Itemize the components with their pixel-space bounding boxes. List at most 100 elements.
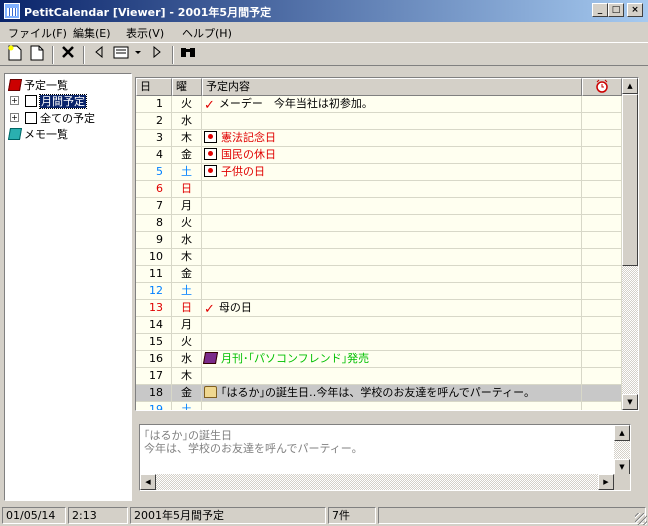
table-row[interactable]: 9水 [136, 232, 622, 249]
row-content[interactable] [202, 113, 582, 130]
table-row[interactable]: 18 金 ｢はるか｣の誕生日‥今年は、学校のお友達を呼んでパーティー。 [136, 385, 622, 402]
row-content[interactable] [202, 232, 582, 249]
row-content[interactable]: ✓ 母の日 [202, 300, 582, 317]
row-content[interactable] [202, 317, 582, 334]
app-calendar-icon[interactable] [4, 3, 20, 19]
row-content[interactable] [202, 181, 582, 198]
row-alarm[interactable] [582, 147, 622, 164]
table-row[interactable]: 3 木 憲法記念日 [136, 130, 622, 147]
new-icon[interactable] [5, 45, 25, 65]
row-content-text: ｢はるか｣の誕生日‥今年は、学校のお友達を呼んでパーティー。 [221, 386, 536, 399]
memo-panel[interactable]: ｢はるか｣の誕生日 今年は、学校のお友達を呼んでパーティー。 ▲ ▼ ◀ ▶ [139, 424, 631, 491]
memo-scroll-left-button[interactable]: ◀ [140, 474, 156, 490]
header-day[interactable]: 日 [136, 78, 172, 96]
memo-scroll-right-button[interactable]: ▶ [598, 474, 614, 490]
binoculars-icon[interactable] [178, 45, 198, 65]
scroll-down-button[interactable]: ▼ [622, 394, 638, 410]
header-alarm[interactable] [582, 78, 622, 96]
row-content[interactable] [202, 402, 582, 410]
row-alarm[interactable] [582, 232, 622, 249]
row-alarm[interactable] [582, 317, 622, 334]
table-row[interactable]: 14 月 [136, 317, 622, 334]
delete-icon[interactable] [58, 45, 78, 65]
memo-scroll-down-button[interactable]: ▼ [614, 459, 630, 475]
row-alarm[interactable] [582, 402, 622, 410]
row-content[interactable] [202, 368, 582, 385]
table-row[interactable]: 13 日 ✓ 母の日 [136, 300, 622, 317]
table-row[interactable]: 1 火 ✓ メーデー 今年当社は初参加。 [136, 96, 622, 113]
row-alarm[interactable] [582, 300, 622, 317]
table-row[interactable]: 17 木 [136, 368, 622, 385]
memo-horizontal-scrollbar[interactable]: ◀ ▶ [140, 474, 614, 490]
row-content[interactable] [202, 198, 582, 215]
row-alarm[interactable] [582, 368, 622, 385]
table-row[interactable]: 2水 [136, 113, 622, 130]
menu-help[interactable]: ヘルプ(H) [182, 25, 232, 41]
row-content[interactable]: 月刊･｢パソコンフレンド｣発売 [202, 351, 582, 368]
scroll-thumb[interactable] [622, 94, 638, 266]
maximize-button[interactable]: □ [608, 3, 624, 17]
row-content[interactable]: 国民の休日 [202, 147, 582, 164]
table-row[interactable]: 4 金 国民の休日 [136, 147, 622, 164]
row-weekday: 水 [172, 232, 202, 249]
row-alarm[interactable] [582, 266, 622, 283]
minimize-button[interactable]: _ [592, 3, 608, 17]
row-alarm[interactable] [582, 334, 622, 351]
row-alarm[interactable] [582, 164, 622, 181]
header-content[interactable]: 予定内容 [202, 78, 582, 96]
row-content[interactable]: ✓ メーデー 今年当社は初参加。 [202, 96, 582, 113]
row-content[interactable] [202, 334, 582, 351]
header-weekday[interactable]: 曜 [172, 78, 202, 96]
table-row[interactable]: 8火 [136, 215, 622, 232]
resize-grip[interactable] [635, 513, 647, 525]
row-content[interactable] [202, 266, 582, 283]
row-alarm[interactable] [582, 96, 622, 113]
next-arrow-icon[interactable] [147, 45, 167, 65]
row-alarm[interactable] [582, 385, 622, 402]
page-icon[interactable] [27, 45, 47, 65]
tree-item-all[interactable]: 全ての予定 [25, 110, 95, 126]
tree-item-monthly[interactable]: 月間予定 [25, 93, 87, 109]
row-alarm[interactable] [582, 283, 622, 300]
row-alarm[interactable] [582, 181, 622, 198]
row-content[interactable] [202, 283, 582, 300]
row-alarm[interactable] [582, 215, 622, 232]
close-button[interactable]: × [627, 3, 643, 17]
table-row[interactable]: 11 金 [136, 266, 622, 283]
row-content[interactable] [202, 215, 582, 232]
row-content[interactable] [202, 249, 582, 266]
row-content[interactable]: 子供の日 [202, 164, 582, 181]
menu-view[interactable]: 表示(V) [126, 25, 164, 41]
row-alarm[interactable] [582, 351, 622, 368]
row-alarm[interactable] [582, 249, 622, 266]
expand-plus-icon[interactable]: + [10, 96, 19, 105]
tree-item-memo[interactable]: メモ一覧 [7, 126, 68, 142]
table-row[interactable]: 6日 [136, 181, 622, 198]
prev-arrow-icon[interactable] [89, 45, 109, 65]
row-weekday: 日 [172, 181, 202, 198]
row-content[interactable]: 憲法記念日 [202, 130, 582, 147]
memo-scroll-up-button[interactable]: ▲ [614, 425, 630, 441]
birthday-cake-icon [204, 386, 217, 398]
tree-item-schedule-list[interactable]: 予定一覧 [7, 77, 68, 93]
row-alarm[interactable] [582, 198, 622, 215]
row-day: 3 [136, 130, 172, 147]
table-row[interactable]: 15 火 [136, 334, 622, 351]
table-row[interactable]: 5 土 子供の日 [136, 164, 622, 181]
row-content[interactable]: ｢はるか｣の誕生日‥今年は、学校のお友達を呼んでパーティー。 [202, 385, 582, 402]
menu-file[interactable]: ファイル(F) [8, 25, 67, 41]
table-row[interactable]: 12 土 [136, 283, 622, 300]
month-select-icon[interactable] [111, 45, 145, 65]
menu-edit[interactable]: 編集(E) [73, 25, 111, 41]
table-row[interactable]: 10 木 [136, 249, 622, 266]
row-alarm[interactable] [582, 113, 622, 130]
row-content-text: 子供の日 [221, 165, 265, 178]
table-row[interactable]: 7月 [136, 198, 622, 215]
expand-plus-icon[interactable]: + [10, 113, 19, 122]
scroll-up-button[interactable]: ▲ [622, 78, 638, 94]
memo-vertical-scrollbar[interactable]: ▲ ▼ [614, 425, 630, 475]
table-row[interactable]: 16 水 月刊･｢パソコンフレンド｣発売 [136, 351, 622, 368]
table-row[interactable]: 19 土 [136, 402, 622, 410]
row-alarm[interactable] [582, 130, 622, 147]
grid-vertical-scrollbar[interactable]: ▲ ▼ [622, 78, 638, 410]
